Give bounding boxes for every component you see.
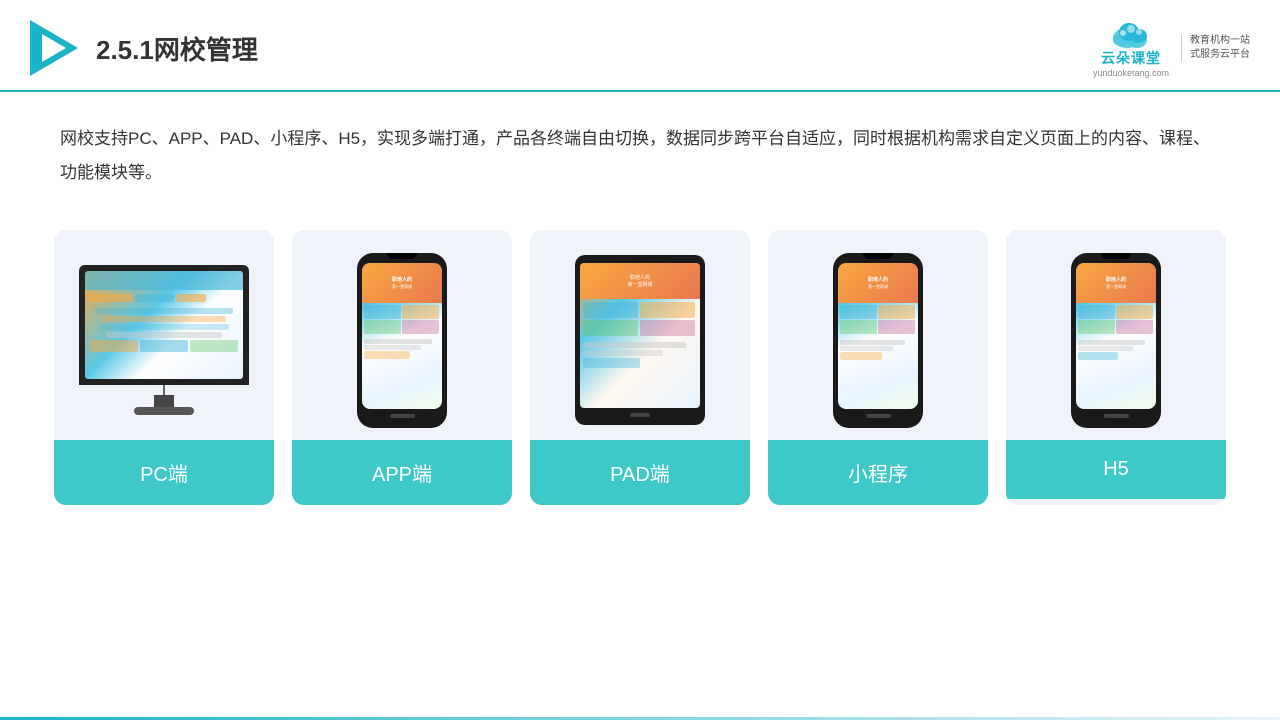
- monitor-stand: [163, 385, 165, 395]
- monitor-screen: [85, 271, 243, 379]
- tablet-screen: 职培人的 第一堂网课: [580, 263, 700, 408]
- brand-triangle-icon: [30, 20, 78, 76]
- logo-name-cn: 云朵课堂: [1101, 48, 1161, 68]
- card-h5: 职培人的 第一堂网课: [1006, 230, 1226, 505]
- card-pad: 职培人的 第一堂网课: [530, 230, 750, 505]
- card-pc: PC端: [54, 230, 274, 505]
- phone-notch-miniapp: [863, 253, 893, 259]
- cloud-logo: 云朵课堂 yunduoketang.com: [1093, 18, 1169, 78]
- miniapp-label: 小程序: [768, 440, 988, 505]
- pad-image-area: 职培人的 第一堂网课: [530, 230, 750, 440]
- h5-label: H5: [1006, 440, 1226, 499]
- pc-label: PC端: [54, 440, 274, 505]
- cloud-icon: [1107, 18, 1155, 48]
- logo-slogan: 教育机构一站 式服务云平台: [1181, 34, 1250, 62]
- phone-screen-miniapp: 职培人的 第一堂网课: [838, 263, 918, 409]
- phone-button-app: [390, 414, 415, 418]
- app-image-area: 职培人的 第一堂网课: [292, 230, 512, 440]
- monitor-neck: [154, 395, 174, 407]
- miniapp-image-area: 职培人的 第一堂网课: [768, 230, 988, 440]
- phone-screen-app: 职培人的 第一堂网课: [362, 263, 442, 409]
- top-logo: 云朵课堂 yunduoketang.com 教育机构一站 式服务云平台: [1093, 18, 1250, 78]
- title-number: 2.5.1网校管理: [96, 35, 258, 65]
- card-miniapp: 职培人的 第一堂网课: [768, 230, 988, 505]
- phone-button-miniapp: [866, 414, 891, 418]
- phone-mockup-app: 职培人的 第一堂网课: [357, 253, 447, 428]
- card-app: 职培人的 第一堂网课: [292, 230, 512, 505]
- page-header: 2.5.1网校管理 云朵课堂 yunduoketang.co: [0, 0, 1280, 92]
- phone-mockup-h5: 职培人的 第一堂网课: [1071, 253, 1161, 428]
- phone-button-h5: [1104, 414, 1129, 418]
- phone-screen-h5: 职培人的 第一堂网课: [1076, 263, 1156, 409]
- monitor-frame: [79, 265, 249, 385]
- pad-label: PAD端: [530, 440, 750, 505]
- page-title: 2.5.1网校管理: [96, 30, 258, 67]
- tablet-mockup: 职培人的 第一堂网课: [575, 255, 705, 425]
- h5-image-area: 职培人的 第一堂网课: [1006, 230, 1226, 440]
- description-text: 网校支持PC、APP、PAD、小程序、H5，实现多端打通，产品各终端自由切换，数…: [0, 92, 1280, 200]
- app-label: APP端: [292, 440, 512, 505]
- tablet-button: [630, 413, 650, 417]
- monitor-base: [134, 407, 194, 415]
- pc-mockup: [79, 265, 249, 415]
- phone-mockup-miniapp: 职培人的 第一堂网课: [833, 253, 923, 428]
- phone-notch: [387, 253, 417, 259]
- phone-notch-h5: [1101, 253, 1131, 259]
- header-left: 2.5.1网校管理: [30, 20, 258, 76]
- logo-name-en: yunduoketang.com: [1093, 68, 1169, 78]
- pc-image-area: [54, 230, 274, 440]
- cards-container: PC端 职培人的 第一堂网课: [0, 200, 1280, 535]
